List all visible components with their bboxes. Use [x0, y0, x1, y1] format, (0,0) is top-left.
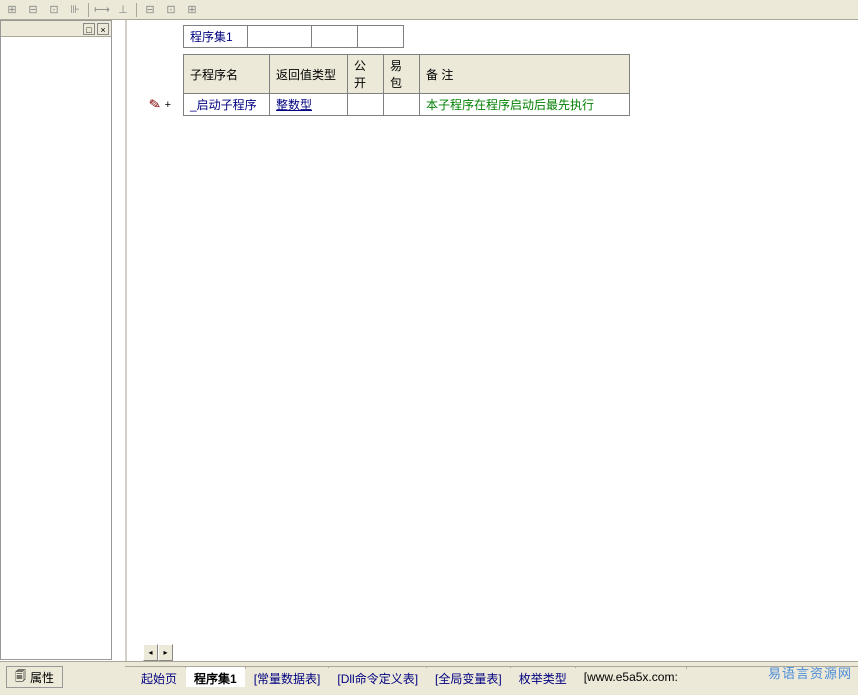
module-cell-2[interactable] — [248, 26, 312, 48]
scroll-left-btn[interactable]: ◂ — [143, 644, 158, 661]
module-cell-4[interactable] — [358, 26, 404, 48]
module-table: 程序集1 — [183, 25, 404, 48]
code-editor: 程序集1 子程序名 返回值类型 公开 易包 备 注 _启动子程序 整数型 本子程… — [125, 20, 858, 661]
col-remark[interactable]: 备 注 — [420, 55, 630, 94]
toolbar-btn-7[interactable]: ⊟ — [140, 1, 160, 19]
toolbar-btn-8[interactable]: ⊡ — [161, 1, 181, 19]
bottom-tabs: 起始页 程序集1 [常量数据表] [Dll命令定义表] [全局变量表] 枚举类型… — [125, 666, 858, 688]
tab-dll-cmds[interactable]: [Dll命令定义表] — [329, 667, 427, 687]
col-return-type[interactable]: 返回值类型 — [270, 55, 348, 94]
col-easy-pkg[interactable]: 易包 — [384, 55, 420, 94]
sub-name-cell[interactable]: _启动子程序 — [184, 94, 270, 116]
close-icon[interactable]: × — [97, 23, 109, 35]
scroll-right-btn[interactable]: ▸ — [158, 644, 173, 661]
sub-easypkg-cell[interactable] — [384, 94, 420, 116]
left-panel-header: □ × — [1, 21, 111, 37]
col-name[interactable]: 子程序名 — [184, 55, 270, 94]
col-public[interactable]: 公开 — [348, 55, 384, 94]
toolbar-btn-2[interactable]: ⊟ — [23, 1, 43, 19]
toolbar-btn-9[interactable]: ⊞ — [182, 1, 202, 19]
top-toolbar: ⊞ ⊟ ⊡ ⊪ ⟼ ⊥ ⊟ ⊡ ⊞ — [0, 0, 858, 20]
left-panel: □ × — [0, 20, 112, 660]
tab-constants[interactable]: [常量数据表] — [246, 667, 330, 687]
sub-return-cell[interactable]: 整数型 — [270, 94, 348, 116]
tab-assembly[interactable]: 程序集1 — [186, 667, 246, 687]
tab-globals[interactable]: [全局变量表] — [427, 667, 511, 687]
toolbar-btn-4[interactable]: ⊪ — [65, 1, 85, 19]
gutter-row: ✎ + — [127, 96, 177, 113]
subroutine-table: 子程序名 返回值类型 公开 易包 备 注 _启动子程序 整数型 本子程序在程序启… — [183, 54, 630, 116]
sub-remark-cell[interactable]: 本子程序在程序启动后最先执行 — [420, 94, 630, 116]
module-cell-3[interactable] — [312, 26, 358, 48]
module-name-cell[interactable]: 程序集1 — [184, 26, 248, 48]
tab-website[interactable]: [www.e5a5x.com: — [576, 667, 687, 687]
sub-public-cell[interactable] — [348, 94, 384, 116]
properties-icon: 🗐 — [15, 668, 26, 687]
editor-gutter: ✎ + — [127, 20, 177, 661]
dock-icon[interactable]: □ — [83, 23, 95, 35]
editor-content: 程序集1 子程序名 返回值类型 公开 易包 备 注 _启动子程序 整数型 本子程… — [183, 20, 858, 116]
horizontal-scroll: ◂ ▸ — [143, 644, 173, 661]
pen-icon[interactable]: ✎ — [147, 95, 162, 114]
toolbar-separator — [88, 3, 89, 17]
sub-data-row[interactable]: _启动子程序 整数型 本子程序在程序启动后最先执行 — [184, 94, 630, 116]
watermark-text: 易语言资源网 — [768, 663, 852, 682]
toolbar-btn-6[interactable]: ⊥ — [113, 1, 133, 19]
properties-button[interactable]: 🗐 属性 — [6, 666, 63, 688]
properties-label: 属性 — [30, 669, 54, 686]
toolbar-btn-3[interactable]: ⊡ — [44, 1, 64, 19]
toolbar-separator-2 — [136, 3, 137, 17]
toolbar-btn-5[interactable]: ⟼ — [92, 1, 112, 19]
tab-enum[interactable]: 枚举类型 — [511, 667, 576, 687]
expand-plus-icon[interactable]: + — [165, 99, 171, 111]
module-row[interactable]: 程序集1 — [184, 26, 404, 48]
sub-header-row: 子程序名 返回值类型 公开 易包 备 注 — [184, 55, 630, 94]
toolbar-btn-1[interactable]: ⊞ — [2, 1, 22, 19]
